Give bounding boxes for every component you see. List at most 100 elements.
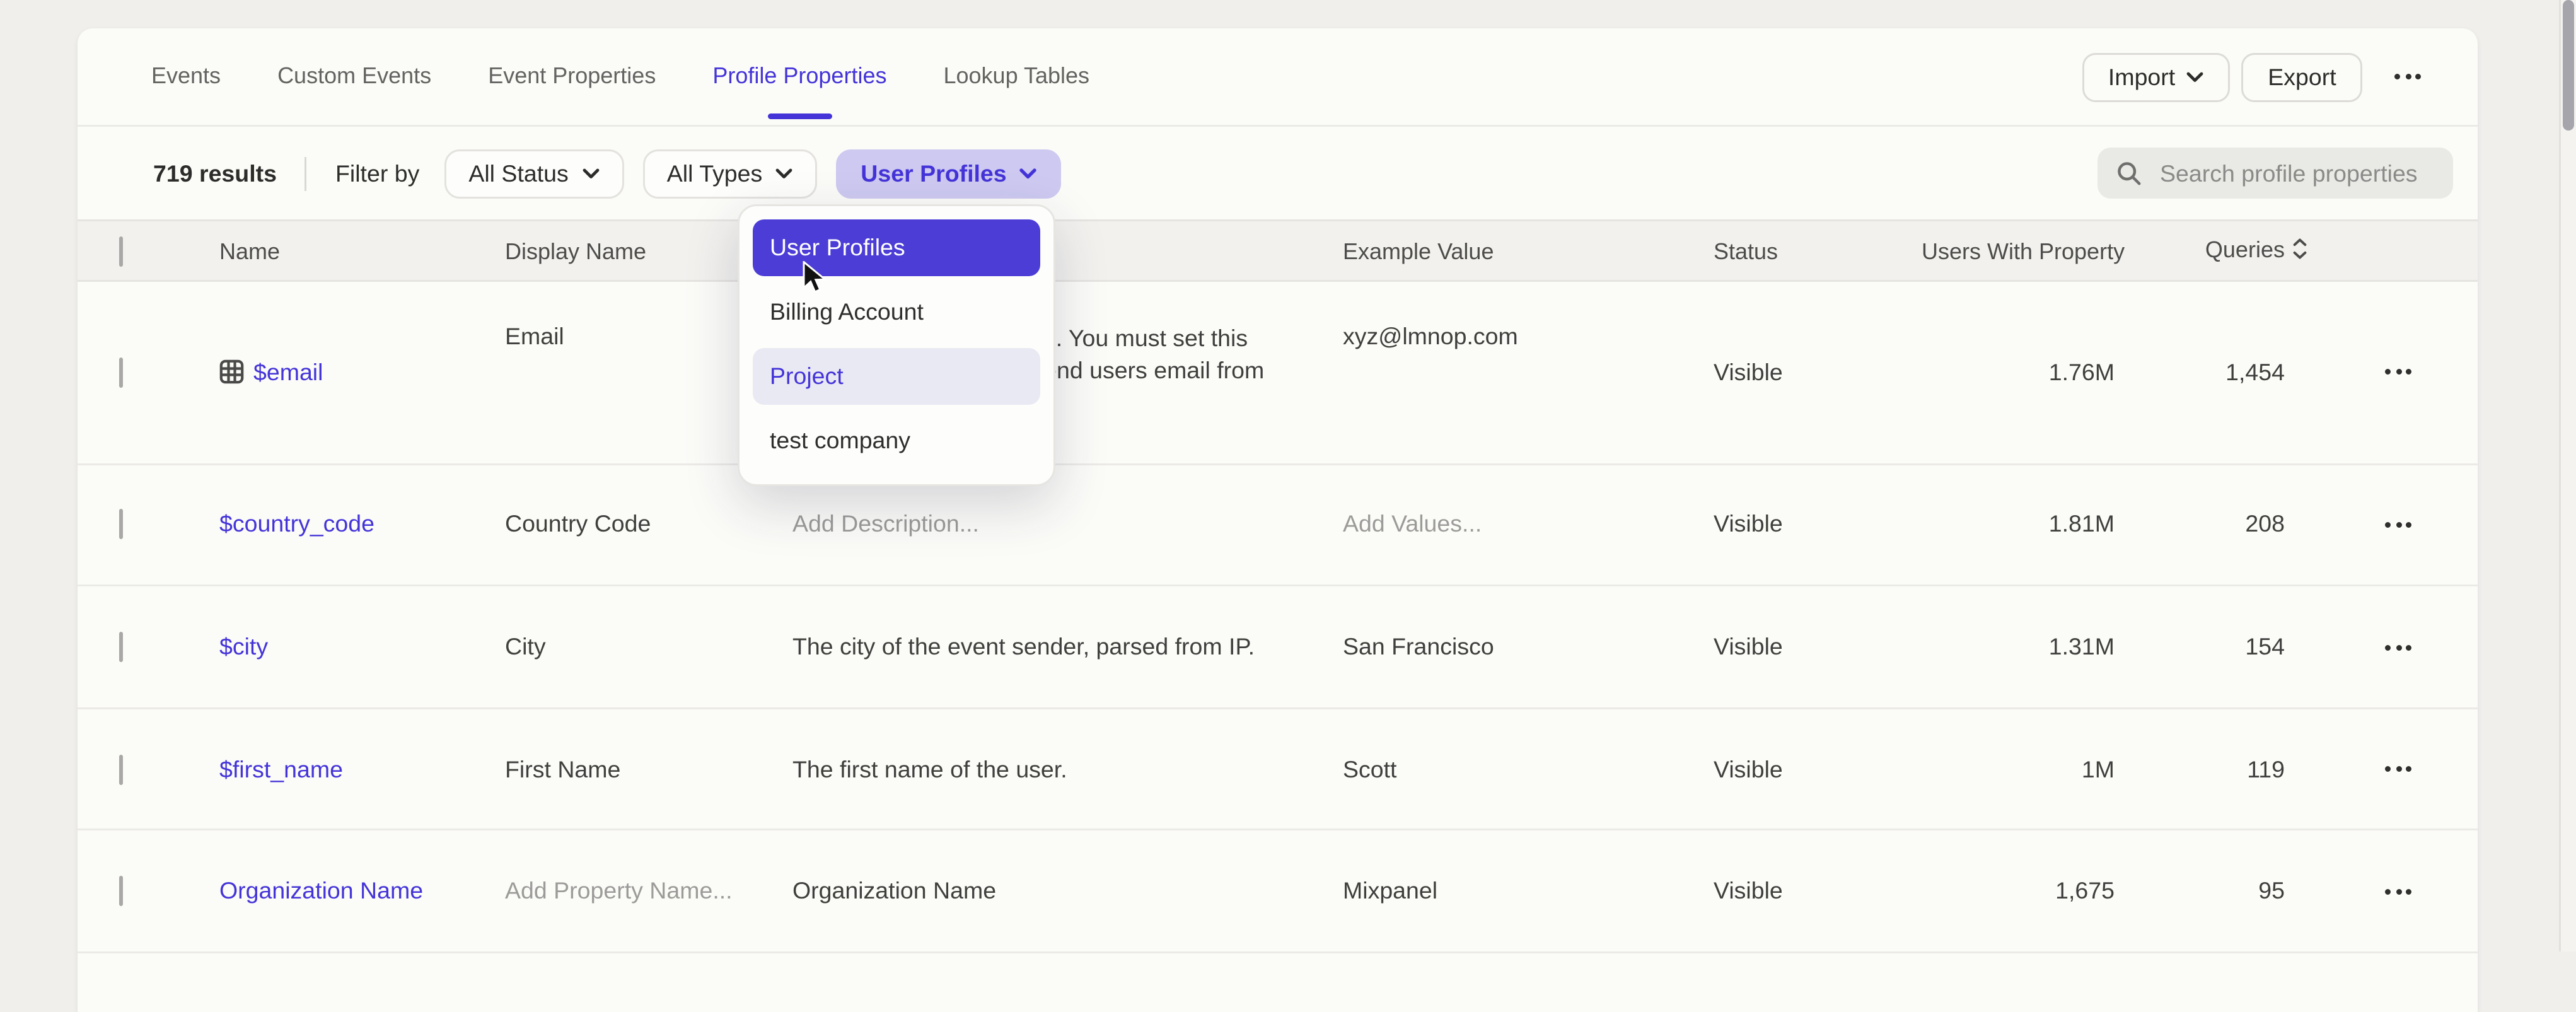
import-button[interactable]: Import — [2082, 52, 2230, 102]
row-checkbox[interactable] — [119, 754, 123, 784]
users-with-property-cell: 1.31M — [1922, 634, 2115, 660]
mouse-cursor-icon — [802, 261, 830, 295]
property-name-cell: $first_name — [219, 756, 505, 782]
table-row: Organization Name Add Property Name... O… — [78, 831, 2478, 953]
table-header: Name Display Name Example Value Status U… — [78, 219, 2478, 282]
scrollbar[interactable] — [2559, 0, 2576, 951]
tab-custom-events[interactable]: Custom Events — [277, 28, 431, 125]
table-row: $city City The city of the event sender,… — [78, 587, 2478, 709]
users-with-property-cell: 1M — [1922, 756, 2115, 782]
select-all-checkbox[interactable] — [119, 236, 123, 266]
chevron-down-icon — [775, 168, 792, 179]
description-cell[interactable]: Add Description... — [792, 511, 1343, 538]
chevron-down-icon — [1020, 168, 1037, 179]
queries-cell: 208 — [2115, 511, 2285, 538]
property-name-cell: Organization Name — [219, 878, 505, 905]
row-checkbox[interactable] — [119, 632, 123, 662]
status-cell[interactable]: Visible — [1714, 359, 1922, 386]
dropdown-item-test-company[interactable]: test company — [753, 412, 1040, 469]
column-header-users-with-property[interactable]: Users With Property — [1922, 238, 2115, 264]
description-cell[interactable]: The city of the event sender, parsed fro… — [792, 634, 1343, 660]
sort-icon — [2292, 238, 2307, 265]
users-with-property-cell: 1.81M — [1922, 511, 2115, 538]
row-actions-icon[interactable] — [2374, 515, 2423, 535]
content-card: Events Custom Events Event Properties Pr… — [78, 28, 2478, 1012]
status-filter-button[interactable]: All Status — [444, 149, 623, 198]
queries-cell: 119 — [2115, 756, 2285, 782]
property-name-cell: $email — [219, 359, 505, 386]
scrollbar-thumb[interactable] — [2562, 0, 2573, 131]
property-name-link[interactable]: Organization Name — [219, 878, 423, 905]
users-with-property-cell: 1,675 — [1922, 878, 2115, 905]
row-actions-icon[interactable] — [2374, 637, 2423, 658]
row-checkbox[interactable] — [119, 358, 123, 388]
toolbar-actions: Import Export — [2082, 52, 2432, 102]
queries-cell: 154 — [2115, 634, 2285, 660]
property-name-link[interactable]: $email — [253, 359, 323, 386]
tabs: Events Custom Events Event Properties Pr… — [151, 28, 1089, 125]
search-input[interactable] — [2156, 158, 2434, 189]
example-value-cell[interactable]: xyz@lmnop.com — [1343, 282, 1714, 350]
export-label: Export — [2268, 64, 2336, 90]
import-label: Import — [2108, 64, 2175, 90]
description-cell[interactable]: The first name of the user. — [792, 756, 1343, 782]
filter-by-label: Filter by — [335, 160, 419, 187]
queries-cell: 95 — [2115, 878, 2285, 905]
display-name-cell[interactable]: Add Property Name... — [505, 878, 792, 905]
display-name-cell[interactable]: First Name — [505, 756, 792, 782]
tab-lookup-tables[interactable]: Lookup Tables — [943, 28, 1089, 125]
profile-type-filter-button[interactable]: User Profiles — [836, 149, 1061, 198]
tab-profile-properties[interactable]: Profile Properties — [712, 28, 886, 125]
property-name-link[interactable]: $city — [219, 634, 268, 660]
type-filter-button[interactable]: All Types — [642, 149, 818, 198]
dropdown-item-user-profiles[interactable]: User Profiles — [753, 219, 1040, 276]
row-actions-icon[interactable] — [2374, 759, 2423, 780]
queries-cell: 1,454 — [2115, 359, 2285, 386]
results-count: 719 results — [153, 160, 277, 187]
table-row: $first_name First Name The first name of… — [78, 709, 2478, 832]
column-header-name[interactable]: Name — [219, 238, 505, 264]
table-grid-icon — [219, 360, 244, 385]
users-with-property-cell: 1.76M — [1922, 359, 2115, 386]
tab-bar: Events Custom Events Event Properties Pr… — [78, 28, 2478, 127]
export-button[interactable]: Export — [2241, 52, 2362, 102]
tab-event-properties[interactable]: Event Properties — [488, 28, 656, 125]
table-row: $email Email The user's email address. Y… — [78, 282, 2478, 465]
row-checkbox[interactable] — [119, 509, 123, 540]
status-cell[interactable]: Visible — [1714, 878, 1922, 905]
row-checkbox[interactable] — [119, 876, 123, 907]
display-name-cell[interactable]: Country Code — [505, 511, 792, 538]
property-name-cell: $city — [219, 634, 505, 660]
property-name-link[interactable]: $first_name — [219, 756, 343, 782]
search-icon — [2116, 161, 2141, 185]
property-name-cell: $country_code — [219, 511, 505, 538]
status-cell[interactable]: Visible — [1714, 756, 1922, 782]
example-value-cell[interactable]: Mixpanel — [1343, 878, 1714, 905]
chevron-down-icon — [582, 168, 599, 179]
profile-type-dropdown: User Profiles Billing Account Project te… — [738, 204, 1055, 486]
column-header-example-value[interactable]: Example Value — [1343, 238, 1714, 264]
dropdown-item-project[interactable]: Project — [753, 348, 1040, 405]
row-actions-icon[interactable] — [2374, 881, 2423, 902]
display-name-cell[interactable]: City — [505, 634, 792, 660]
row-actions-icon[interactable] — [2374, 362, 2423, 383]
search-box — [2097, 148, 2453, 199]
description-cell[interactable]: Organization Name — [792, 878, 1343, 905]
filter-bar: 719 results Filter by All Status All Typ… — [78, 127, 2478, 219]
type-filter-label: All Types — [667, 160, 763, 187]
page: Events Custom Events Event Properties Pr… — [0, 0, 2576, 951]
tab-events[interactable]: Events — [151, 28, 221, 125]
divider — [305, 156, 307, 190]
chevron-down-icon — [2186, 71, 2203, 83]
example-value-cell[interactable]: San Francisco — [1343, 634, 1714, 660]
status-cell[interactable]: Visible — [1714, 511, 1922, 538]
status-filter-label: All Status — [468, 160, 568, 187]
example-value-cell[interactable]: Add Values... — [1343, 511, 1714, 538]
example-value-cell[interactable]: Scott — [1343, 756, 1714, 782]
property-name-link[interactable]: $country_code — [219, 511, 374, 538]
status-cell[interactable]: Visible — [1714, 634, 1922, 660]
more-actions-icon[interactable] — [2384, 66, 2432, 87]
column-header-queries[interactable]: Queries — [2115, 236, 2285, 265]
dropdown-item-billing-account[interactable]: Billing Account — [753, 284, 1040, 340]
column-header-status[interactable]: Status — [1714, 238, 1922, 264]
